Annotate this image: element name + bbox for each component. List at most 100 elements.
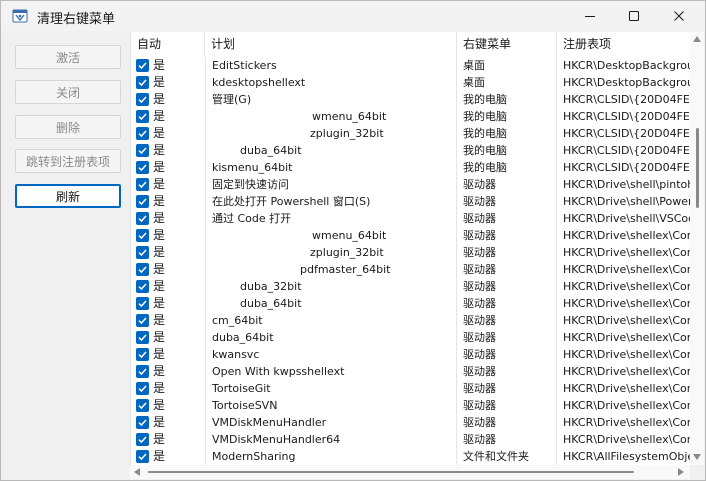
registry-cell: HKCR\CLSID\{20D04FE0-3 bbox=[563, 161, 691, 174]
horizontal-scrollbar[interactable] bbox=[130, 465, 690, 479]
checkbox[interactable] bbox=[136, 382, 149, 395]
auto-cell: 是 bbox=[131, 261, 205, 278]
registry-cell: HKCR\CLSID\{20D04FE0-3 bbox=[563, 110, 691, 123]
table-row[interactable]: 是 Open With kwpsshellext 驱动器 HKCR\Drive\she… bbox=[131, 363, 691, 380]
checkbox[interactable] bbox=[136, 399, 149, 412]
plan-cell: zplugin_32bit bbox=[205, 125, 457, 142]
checkbox[interactable] bbox=[136, 331, 149, 344]
maximize-button[interactable] bbox=[612, 1, 656, 31]
auto-value: 是 bbox=[153, 347, 166, 361]
checkmark-icon bbox=[138, 453, 147, 461]
menu-cell: 我的电脑 bbox=[457, 142, 557, 159]
checkbox[interactable] bbox=[136, 161, 149, 174]
table-row[interactable]: 是 VMDiskMenuHandler64 驱动器 HKCR\Drive\shelle… bbox=[131, 431, 691, 448]
registry-cell: HKCR\Drive\shell\VSCode bbox=[563, 212, 691, 225]
table-row[interactable]: 是 kwansvc 驱动器 HKCR\Drive\shellex\Conte bbox=[131, 346, 691, 363]
table-row[interactable]: 是 VMDiskMenuHandler 驱动器 HKCR\Drive\shellex\… bbox=[131, 414, 691, 431]
checkbox[interactable] bbox=[136, 433, 149, 446]
horizontal-scroll-thumb[interactable] bbox=[148, 471, 634, 473]
table-row[interactable]: 是 duba_32bit 驱动器 HKCR\Drive\shellex\Conte bbox=[131, 278, 691, 295]
table-row[interactable]: 是 zplugin_32bit 驱动器 HKCR\Drive\shellex\Cont… bbox=[131, 244, 691, 261]
scroll-up-arrow-icon[interactable] bbox=[693, 36, 701, 42]
broom-app-icon bbox=[12, 9, 28, 23]
table-row[interactable]: 是 TortoiseGit 驱动器 HKCR\Drive\shellex\Conte bbox=[131, 380, 691, 397]
registry-cell: HKCR\DesktopBackground\ bbox=[563, 59, 691, 72]
plan-cell: kismenu_64bit bbox=[205, 159, 457, 176]
close-icon bbox=[674, 11, 684, 21]
auto-value: 是 bbox=[153, 92, 166, 106]
vertical-scroll-thumb[interactable] bbox=[696, 128, 699, 208]
activate-button[interactable]: 激活 bbox=[15, 45, 121, 69]
checkbox[interactable] bbox=[136, 212, 149, 225]
checkmark-icon bbox=[138, 96, 147, 104]
close-button[interactable] bbox=[657, 1, 701, 31]
goto-registry-button[interactable]: 跳转到注册表项 bbox=[15, 149, 121, 173]
menu-cell: 驱动器 bbox=[457, 210, 557, 227]
auto-value: 是 bbox=[153, 398, 166, 412]
menu-cell: 驱动器 bbox=[457, 397, 557, 414]
table-row[interactable]: 是 pdfmaster_64bit 驱动器 HKCR\Drive\shellex\Co… bbox=[131, 261, 691, 278]
checkbox[interactable] bbox=[136, 314, 149, 327]
scroll-left-arrow-icon[interactable] bbox=[134, 468, 140, 476]
auto-cell: 是 bbox=[131, 57, 205, 74]
table-row[interactable]: 是 duba_64bit 驱动器 HKCR\Drive\shellex\Conte bbox=[131, 329, 691, 346]
table-row[interactable]: 是 wmenu_64bit 驱动器 HKCR\Drive\shellex\Conte bbox=[131, 227, 691, 244]
table-row[interactable]: 是 duba_64bit我的电脑 HKCR\CLSID\{20D04FE0-3 bbox=[131, 142, 691, 159]
auto-cell: 是 bbox=[131, 193, 205, 210]
checkbox[interactable] bbox=[136, 365, 149, 378]
registry-cell: HKCR\Drive\shellex\Conte bbox=[563, 433, 691, 446]
table-row[interactable]: 是 wmenu_64bit我的电脑 HKCR\CLSID\{20D04FE0-3 bbox=[131, 108, 691, 125]
checkbox[interactable] bbox=[136, 178, 149, 191]
table-row[interactable]: 是 TortoiseSVN 驱动器 HKCR\Drive\shellex\Conte bbox=[131, 397, 691, 414]
table-row[interactable]: 是 zplugin_32bit我的电脑 HKCR\CLSID\{20D04FE0-3 bbox=[131, 125, 691, 142]
checkbox[interactable] bbox=[136, 110, 149, 123]
checkbox[interactable] bbox=[136, 263, 149, 276]
checkbox[interactable] bbox=[136, 348, 149, 361]
table-row[interactable]: 是 EditStickers桌面 HKCR\DesktopBackground\ bbox=[131, 57, 691, 74]
scroll-down-arrow-icon[interactable] bbox=[693, 454, 701, 460]
column-header-menu[interactable]: 右键菜单 bbox=[457, 32, 557, 57]
checkbox[interactable] bbox=[136, 144, 149, 157]
context-menu-list[interactable]: 自动 计划 右键菜单 注册表项 是 EditStickers 桌面 HKCR\Desk… bbox=[130, 32, 691, 465]
checkbox[interactable] bbox=[136, 416, 149, 429]
checkbox[interactable] bbox=[136, 246, 149, 259]
table-row[interactable]: 是 通过 Code 打开 驱动器 HKCR\Drive\shell\VSCode bbox=[131, 210, 691, 227]
checkbox[interactable] bbox=[136, 195, 149, 208]
checkbox[interactable] bbox=[136, 93, 149, 106]
menu-cell: 驱动器 bbox=[457, 295, 557, 312]
table-row[interactable]: 是 管理(G)我的电脑 HKCR\CLSID\{20D04FE0-3 bbox=[131, 91, 691, 108]
column-header-plan[interactable]: 计划 bbox=[205, 32, 457, 57]
minimize-button[interactable] bbox=[568, 1, 612, 31]
checkbox[interactable] bbox=[136, 59, 149, 72]
menu-cell: 我的电脑 bbox=[457, 108, 557, 125]
checkbox[interactable] bbox=[136, 280, 149, 293]
menu-cell: 驱动器 bbox=[457, 329, 557, 346]
menu-cell: 驱动器 bbox=[457, 414, 557, 431]
checkbox[interactable] bbox=[136, 127, 149, 140]
table-row[interactable]: 是 kismenu_64bit我的电脑 HKCR\CLSID\{20D04FE0-3 bbox=[131, 159, 691, 176]
table-row[interactable]: 是 duba_64bit 驱动器 HKCR\Drive\shellex\Conte bbox=[131, 295, 691, 312]
vertical-scrollbar[interactable] bbox=[690, 32, 704, 465]
column-header-auto[interactable]: 自动 bbox=[131, 32, 205, 57]
checkbox[interactable] bbox=[136, 76, 149, 89]
table-row[interactable]: 是 固定到快速访问驱动器 HKCR\Drive\shell\pintohon bbox=[131, 176, 691, 193]
menu-cell: 桌面 bbox=[457, 74, 557, 91]
table-row[interactable]: 是 ModernSharing 文件和文件夹 HKCR\AllFilesystemOb… bbox=[131, 448, 691, 465]
title-bar[interactable]: 清理右键菜单 bbox=[1, 1, 705, 31]
checkbox[interactable] bbox=[136, 229, 149, 242]
scroll-right-arrow-icon[interactable] bbox=[678, 468, 684, 476]
table-row[interactable]: 是 cm_64bit 驱动器 HKCR\Drive\shellex\Conte bbox=[131, 312, 691, 329]
table-row[interactable]: 是 在此处打开 Powershell 窗口(S) 驱动器 HKCR\Drive\she… bbox=[131, 193, 691, 210]
column-header-registry[interactable]: 注册表项 bbox=[557, 32, 691, 57]
close-item-button[interactable]: 关闭 bbox=[15, 80, 121, 104]
checkbox[interactable] bbox=[136, 297, 149, 310]
auto-value: 是 bbox=[153, 381, 166, 395]
delete-button[interactable]: 删除 bbox=[15, 115, 121, 139]
checkbox[interactable] bbox=[136, 450, 149, 463]
refresh-button[interactable]: 刷新 bbox=[15, 184, 121, 208]
registry-cell: HKCR\Drive\shellex\Conte bbox=[563, 365, 691, 378]
table-row[interactable]: 是 kdesktopshellext桌面 HKCR\DesktopBackgroun… bbox=[131, 74, 691, 91]
auto-cell: 是 bbox=[131, 125, 205, 142]
list-header: 自动 计划 右键菜单 注册表项 bbox=[131, 32, 691, 57]
plan-cell: VMDiskMenuHandler64 bbox=[205, 431, 457, 448]
